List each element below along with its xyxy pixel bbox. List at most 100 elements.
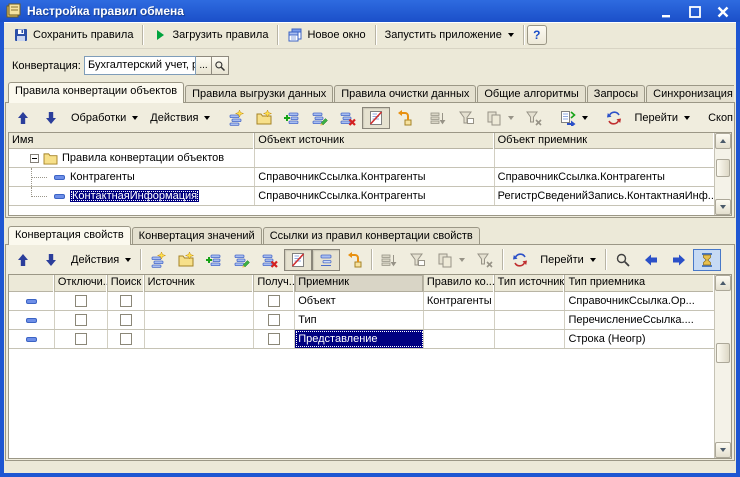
rules-vertical-scrollbar[interactable] — [714, 133, 731, 215]
tab-synchronization[interactable]: Синхронизация — [646, 85, 734, 103]
help-button[interactable]: ? — [527, 25, 547, 45]
go-menu-button[interactable]: Перейти — [534, 249, 602, 271]
add-child-button[interactable] — [278, 107, 306, 129]
scroll-down-button[interactable] — [715, 442, 731, 458]
scroll-up-button[interactable] — [715, 275, 731, 291]
add-child-button[interactable] — [200, 249, 228, 271]
load-rules-button[interactable]: Загрузить правила — [146, 24, 274, 46]
actions-menu-button[interactable]: Действия — [144, 107, 216, 129]
conversion-input[interactable]: Бухгалтерский учет, редак — [84, 56, 196, 75]
table-row-selected[interactable]: Представление Строка (Неогр) — [9, 330, 714, 349]
close-button[interactable] — [716, 4, 730, 18]
add-button[interactable] — [144, 249, 172, 271]
new-window-button[interactable]: Новое окно — [281, 24, 371, 46]
tab-property-conversion[interactable]: Конвертация свойств — [8, 226, 131, 245]
conversion-more-button[interactable]: ... — [196, 56, 212, 75]
add-group-button[interactable] — [172, 249, 200, 271]
maximize-button[interactable] — [688, 4, 702, 18]
scroll-down-button[interactable] — [715, 199, 731, 215]
conversion-label: Конвертация: — [12, 60, 84, 72]
toggle-disable-rule-button[interactable] — [362, 107, 390, 129]
props-vertical-scrollbar[interactable] — [714, 275, 731, 458]
output-list-button[interactable] — [554, 107, 594, 129]
edit-button[interactable] — [306, 107, 334, 129]
tab-object-conversion-rules[interactable]: Правила конвертации объектов — [8, 82, 184, 103]
toggle-disable-rule-button[interactable] — [284, 249, 312, 271]
disable-checkbox[interactable] — [75, 314, 87, 326]
move-down-button[interactable] — [37, 249, 65, 271]
col-source-type[interactable]: Тип источника — [495, 275, 566, 292]
sort-button[interactable] — [375, 249, 403, 271]
refresh-button[interactable] — [506, 249, 534, 271]
refresh-button[interactable] — [600, 107, 628, 129]
group-view-toggle-button[interactable] — [312, 249, 340, 271]
change-level-button[interactable] — [390, 107, 418, 129]
move-up-button[interactable] — [9, 107, 37, 129]
filter-settings-button[interactable] — [403, 249, 431, 271]
scroll-up-button[interactable] — [715, 133, 731, 149]
delete-button[interactable] — [334, 107, 362, 129]
table-row[interactable]: Тип ПеречислениеСсылка.... — [9, 311, 714, 330]
tab-data-clearing-rules[interactable]: Правила очистки данных — [334, 85, 476, 103]
add-group-button[interactable] — [250, 107, 278, 129]
move-up-button[interactable] — [9, 249, 37, 271]
tab-data-export-rules[interactable]: Правила выгрузки данных — [185, 85, 333, 103]
add-button[interactable] — [222, 107, 250, 129]
col-target-object[interactable]: Объект приемник — [495, 133, 714, 149]
col-source-object[interactable]: Объект источник — [255, 133, 494, 149]
table-row[interactable]: Объект Контрагенты СправочникСсылка.Ор..… — [9, 292, 714, 311]
get-checkbox[interactable] — [268, 314, 280, 326]
copy-rule-button[interactable]: Скопировать правило — [702, 107, 733, 129]
move-down-button[interactable] — [37, 107, 65, 129]
scroll-thumb[interactable] — [716, 343, 730, 363]
tab-links-from-property-rules[interactable]: Ссылки из правил конвертации свойств — [263, 227, 480, 245]
next-button[interactable] — [665, 249, 693, 271]
clear-filter-button[interactable] — [471, 249, 499, 271]
col-receiver[interactable]: Приемник — [295, 275, 424, 292]
filter-settings-button[interactable] — [452, 107, 480, 129]
col-marker[interactable] — [9, 275, 55, 292]
search-checkbox[interactable] — [120, 333, 132, 345]
search-button[interactable] — [609, 249, 637, 271]
copy-button[interactable] — [480, 107, 520, 129]
conversion-search-button[interactable] — [212, 56, 229, 75]
col-get[interactable]: Получ... — [254, 275, 295, 292]
edit-button[interactable] — [228, 249, 256, 271]
go-menu-button[interactable]: Перейти — [628, 107, 696, 129]
col-name[interactable]: Имя — [9, 133, 255, 149]
scroll-track[interactable] — [715, 291, 731, 442]
table-row[interactable]: Контрагенты СправочникСсылка.Контрагенты… — [9, 168, 714, 187]
get-checkbox[interactable] — [268, 333, 280, 345]
sort-button[interactable] — [424, 107, 452, 129]
tab-value-conversion[interactable]: Конвертация значений — [132, 227, 262, 245]
clear-filter-button[interactable] — [520, 107, 548, 129]
col-disable[interactable]: Отключи... — [55, 275, 108, 292]
col-rule[interactable]: Правило ко... — [424, 275, 495, 292]
previous-button[interactable] — [637, 249, 665, 271]
title-bar[interactable]: Настройка правил обмена — [0, 0, 740, 22]
scroll-track[interactable] — [715, 149, 731, 199]
disable-checkbox[interactable] — [75, 295, 87, 307]
delete-button[interactable] — [256, 249, 284, 271]
scroll-thumb[interactable] — [716, 159, 730, 177]
table-row-selected[interactable]: КонтактнаяИнформация СправочникСсылка.Ко… — [9, 187, 714, 206]
col-search[interactable]: Поиск — [108, 275, 145, 292]
collapse-icon[interactable] — [30, 154, 39, 163]
processings-menu-button[interactable]: Обработки — [65, 107, 144, 129]
tab-queries[interactable]: Запросы — [587, 85, 645, 103]
run-application-menu-button[interactable]: Запустить приложение — [379, 24, 520, 46]
save-rules-button[interactable]: Сохранить правила — [7, 24, 139, 46]
get-checkbox[interactable] — [268, 295, 280, 307]
tab-common-algorithms[interactable]: Общие алгоритмы — [477, 85, 585, 103]
search-checkbox[interactable] — [120, 295, 132, 307]
copy-button[interactable] — [431, 249, 471, 271]
disable-checkbox[interactable] — [75, 333, 87, 345]
col-source[interactable]: Источник — [145, 275, 255, 292]
table-row-group[interactable]: Правила конвертации объектов — [9, 149, 714, 168]
wait-toggle-button[interactable] — [693, 249, 721, 271]
search-checkbox[interactable] — [120, 314, 132, 326]
minimize-button[interactable] — [660, 4, 674, 18]
col-receiver-type[interactable]: Тип приемника — [565, 275, 714, 292]
change-level-button[interactable] — [340, 249, 368, 271]
actions-menu-button[interactable]: Действия — [65, 249, 137, 271]
